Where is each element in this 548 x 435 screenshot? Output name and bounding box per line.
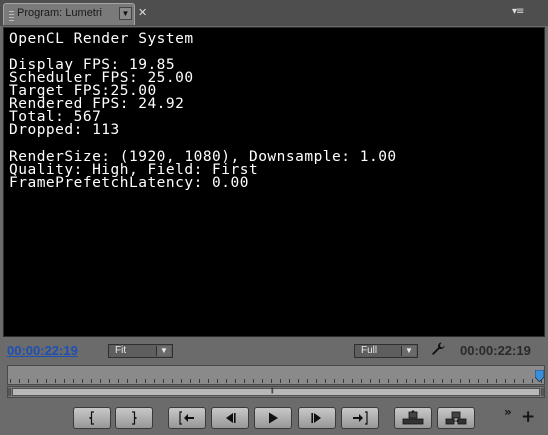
mark-in-icon	[89, 411, 94, 425]
tab-program-monitor[interactable]: Program: Lumetri ▼	[3, 3, 135, 25]
zoom-scroll-thumb[interactable]	[12, 388, 540, 396]
drag-grip-icon[interactable]	[9, 9, 14, 21]
go-to-in-icon	[179, 411, 194, 425]
zoom-handle-left[interactable]	[8, 388, 11, 396]
play-button[interactable]	[254, 407, 292, 429]
panel-tab-bar: Program: Lumetri ▼ ✕ ▾≡	[0, 0, 548, 26]
program-monitor-viewer[interactable]: OpenCL Render System Display FPS: 19.85 …	[3, 27, 545, 337]
mark-out-icon	[132, 411, 137, 425]
mark-in-button[interactable]	[73, 407, 111, 429]
overlay-line: FramePrefetchLatency: 0.00	[9, 175, 249, 191]
playhead-icon[interactable]	[535, 370, 544, 382]
step-back-icon	[226, 413, 236, 423]
zoom-handle-right[interactable]	[541, 388, 544, 396]
step-forward-icon	[311, 413, 321, 423]
zoom-level-value: Fit	[115, 345, 127, 356]
mark-out-button[interactable]	[115, 407, 153, 429]
overlay-line: Dropped: 113	[9, 122, 120, 138]
tab-menu-dropdown-icon[interactable]: ▼	[119, 7, 132, 20]
playback-resolution-value: Full	[361, 345, 378, 356]
play-icon	[269, 412, 278, 424]
current-timecode[interactable]: 00:00:22:19	[7, 343, 78, 358]
extract-icon	[445, 411, 467, 425]
more-controls-icon[interactable]: »	[504, 405, 512, 419]
step-back-button[interactable]	[211, 407, 249, 429]
step-forward-button[interactable]	[298, 407, 336, 429]
tab-title: Program: Lumetri	[17, 7, 102, 19]
lift-button[interactable]	[394, 407, 432, 429]
overlay-line: OpenCL Render System	[9, 31, 194, 47]
duration-timecode: 00:00:22:19	[460, 343, 531, 358]
zoom-level-select[interactable]: Fit ▼	[108, 344, 173, 358]
ruler-ticks	[10, 379, 542, 383]
go-to-out-button[interactable]	[341, 407, 379, 429]
extract-button[interactable]	[437, 407, 475, 429]
zoom-scroll-bar[interactable]: |||	[7, 386, 545, 398]
button-editor-icon[interactable]: +	[521, 409, 535, 426]
chevron-down-icon: ▼	[156, 346, 171, 356]
close-tab-icon[interactable]: ✕	[138, 6, 147, 19]
scroll-grip-icon: |||	[271, 388, 274, 394]
chevron-down-icon: ▼	[401, 346, 416, 356]
time-ruler[interactable]	[7, 365, 545, 385]
lift-icon	[402, 410, 424, 425]
go-to-in-button[interactable]	[168, 407, 206, 429]
go-to-out-icon	[353, 411, 368, 425]
playback-resolution-select[interactable]: Full ▼	[354, 344, 418, 358]
wrench-icon[interactable]	[430, 341, 446, 362]
panel-menu-icon[interactable]: ▾≡	[512, 6, 524, 17]
